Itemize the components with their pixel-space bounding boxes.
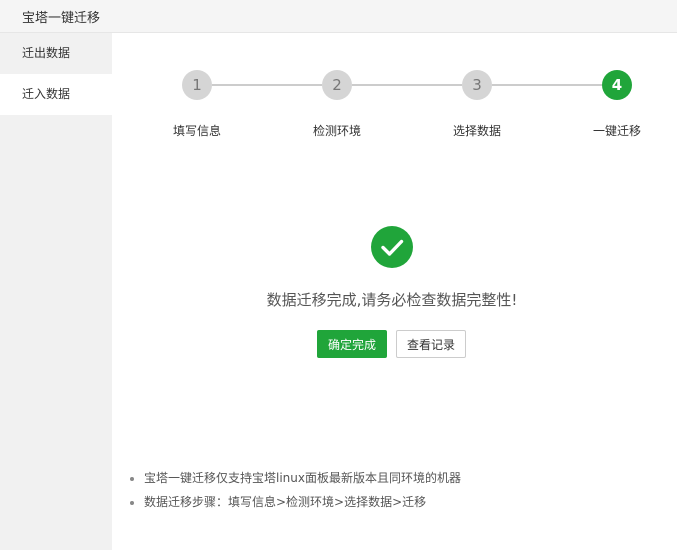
completion-message: 数据迁移完成,请务必检查数据完整性! bbox=[266, 291, 518, 309]
step-1-circle: 1 bbox=[182, 70, 212, 100]
window-title: 宝塔一键迁移 bbox=[22, 11, 101, 26]
step-connector bbox=[212, 84, 322, 86]
step-1-label: 填写信息 bbox=[172, 124, 221, 138]
sidebar: 迁出数据 迁入数据 bbox=[0, 33, 112, 550]
step-connector bbox=[492, 84, 602, 86]
step-3-label: 选择数据 bbox=[452, 124, 501, 138]
main-panel: 1 2 3 4 填写信息 检测环境 选择数据 一键迁移 数据迁移完成,请务必检查… bbox=[112, 33, 677, 550]
window-titlebar: 宝塔一键迁移 bbox=[0, 0, 677, 33]
note-item: 宝塔一键迁移仅支持宝塔linux面板最新版本且同环境的机器 bbox=[144, 466, 461, 490]
sidebar-item-export-data[interactable]: 迁出数据 bbox=[0, 33, 112, 74]
step-3-circle: 3 bbox=[462, 70, 492, 100]
step-connector bbox=[352, 84, 462, 86]
note-item: 数据迁移步骤：填写信息>检测环境>选择数据>迁移 bbox=[144, 490, 461, 514]
sidebar-item-import-data[interactable]: 迁入数据 bbox=[0, 74, 112, 115]
view-log-button[interactable]: 查看记录 bbox=[396, 330, 466, 358]
help-notes: 宝塔一键迁移仅支持宝塔linux面板最新版本且同环境的机器 数据迁移步骤：填写信… bbox=[124, 466, 461, 514]
step-4-label: 一键迁移 bbox=[592, 124, 641, 138]
step-4-circle: 4 bbox=[602, 70, 632, 100]
check-icon bbox=[371, 226, 413, 268]
confirm-complete-button[interactable]: 确定完成 bbox=[317, 330, 387, 358]
step-2-label: 检测环境 bbox=[312, 124, 361, 138]
check-mark-glyph bbox=[381, 239, 404, 256]
step-2-circle: 2 bbox=[322, 70, 352, 100]
